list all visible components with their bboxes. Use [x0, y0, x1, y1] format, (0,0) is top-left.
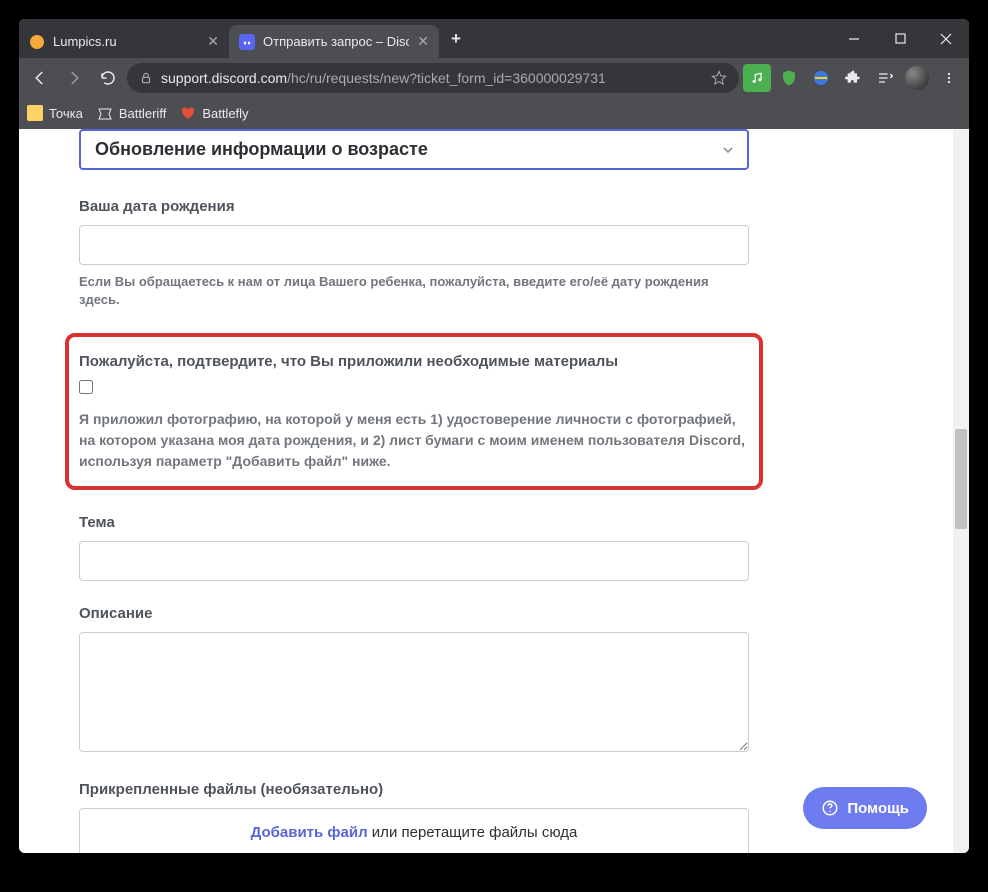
description-label: Описание [79, 605, 749, 622]
new-tab-button[interactable]: + [439, 29, 473, 49]
tab-title: Lumpics.ru [53, 34, 199, 49]
bookmark-label: Battleriff [119, 106, 166, 121]
attachments-dropzone[interactable]: Добавить файл или перетащите файлы сюда [79, 808, 749, 853]
titlebar: Lumpics.ru ✕ Отправить запрос – Discord … [19, 19, 969, 58]
lumpics-favicon [29, 34, 45, 50]
form-container: Обновление информации о возрасте Ваша да… [79, 129, 749, 853]
bookmark-battleriff[interactable]: Battleriff [97, 105, 166, 121]
extensions-button[interactable] [839, 64, 867, 92]
attachments-section: Прикрепленные файлы (необязательно) Доба… [79, 781, 749, 853]
close-icon[interactable]: ✕ [207, 33, 219, 50]
scrollbar-track[interactable] [953, 129, 969, 853]
dob-label: Ваша дата рождения [79, 198, 749, 215]
add-file-link[interactable]: Добавить файл [251, 824, 368, 841]
tab-discord-support[interactable]: Отправить запрос – Discord ✕ [229, 25, 439, 58]
description-section: Описание [79, 605, 749, 757]
url-text: support.discord.com/hc/ru/requests/new?t… [161, 70, 606, 86]
browser-window: Lumpics.ru ✕ Отправить запрос – Discord … [19, 19, 969, 853]
help-button-label: Помощь [847, 800, 909, 817]
page-scroll-area[interactable]: Обновление информации о возрасте Ваша да… [19, 129, 953, 853]
scrollbar-thumb[interactable] [955, 429, 967, 529]
menu-button[interactable] [935, 64, 963, 92]
forward-button[interactable] [59, 63, 89, 93]
page-content: Обновление информации о возрасте Ваша да… [19, 129, 969, 853]
bookmark-label: Battlefly [202, 106, 248, 121]
confirm-checkbox[interactable] [79, 380, 93, 394]
maximize-button[interactable] [877, 19, 923, 58]
dob-hint: Если Вы обращаетесь к нам от лица Вашего… [79, 273, 749, 309]
extension-flag[interactable] [807, 64, 835, 92]
dob-section: Ваша дата рождения Если Вы обращаетесь к… [79, 198, 749, 309]
bookmark-icon [27, 105, 43, 121]
attachments-label: Прикрепленные файлы (необязательно) [79, 781, 749, 798]
dob-input[interactable] [79, 225, 749, 265]
lock-icon [139, 71, 153, 85]
confirm-description: Я приложил фотографию, на которой у меня… [79, 409, 749, 472]
window-controls [831, 19, 969, 58]
reload-button[interactable] [93, 63, 123, 93]
bookmarks-bar: Точка Battleriff Battlefly [19, 97, 969, 129]
dropdown-value: Обновление информации о возрасте [95, 139, 428, 160]
back-button[interactable] [25, 63, 55, 93]
bookmark-tochka[interactable]: Точка [27, 105, 83, 121]
help-icon [821, 799, 839, 817]
confirm-materials-section: Пожалуйста, подтвердите, что Вы приложил… [65, 333, 763, 490]
extension-music[interactable] [743, 64, 771, 92]
tab-lumpics[interactable]: Lumpics.ru ✕ [19, 25, 229, 58]
close-window-button[interactable] [923, 19, 969, 58]
close-icon[interactable]: ✕ [417, 33, 429, 50]
dropzone-suffix: или перетащите файлы сюда [368, 824, 578, 841]
bookmark-icon [180, 105, 196, 121]
subject-label: Тема [79, 514, 749, 531]
bookmark-battlefly[interactable]: Battlefly [180, 105, 248, 121]
bookmark-icon [97, 105, 113, 121]
discord-favicon [239, 34, 255, 50]
browser-toolbar: support.discord.com/hc/ru/requests/new?t… [19, 58, 969, 97]
extension-shield[interactable] [775, 64, 803, 92]
subject-input[interactable] [79, 541, 749, 581]
address-bar[interactable]: support.discord.com/hc/ru/requests/new?t… [127, 63, 739, 93]
chevron-down-icon [723, 147, 733, 153]
tab-title: Отправить запрос – Discord [263, 34, 409, 49]
help-button[interactable]: Помощь [803, 787, 927, 829]
request-type-dropdown[interactable]: Обновление информации о возрасте [79, 129, 749, 170]
bookmark-label: Точка [49, 106, 83, 121]
subject-section: Тема [79, 514, 749, 581]
reading-list-button[interactable] [871, 64, 899, 92]
star-icon[interactable] [711, 70, 727, 86]
profile-avatar[interactable] [903, 64, 931, 92]
minimize-button[interactable] [831, 19, 877, 58]
confirm-label: Пожалуйста, подтвердите, что Вы приложил… [79, 353, 749, 370]
description-textarea[interactable] [79, 632, 749, 752]
